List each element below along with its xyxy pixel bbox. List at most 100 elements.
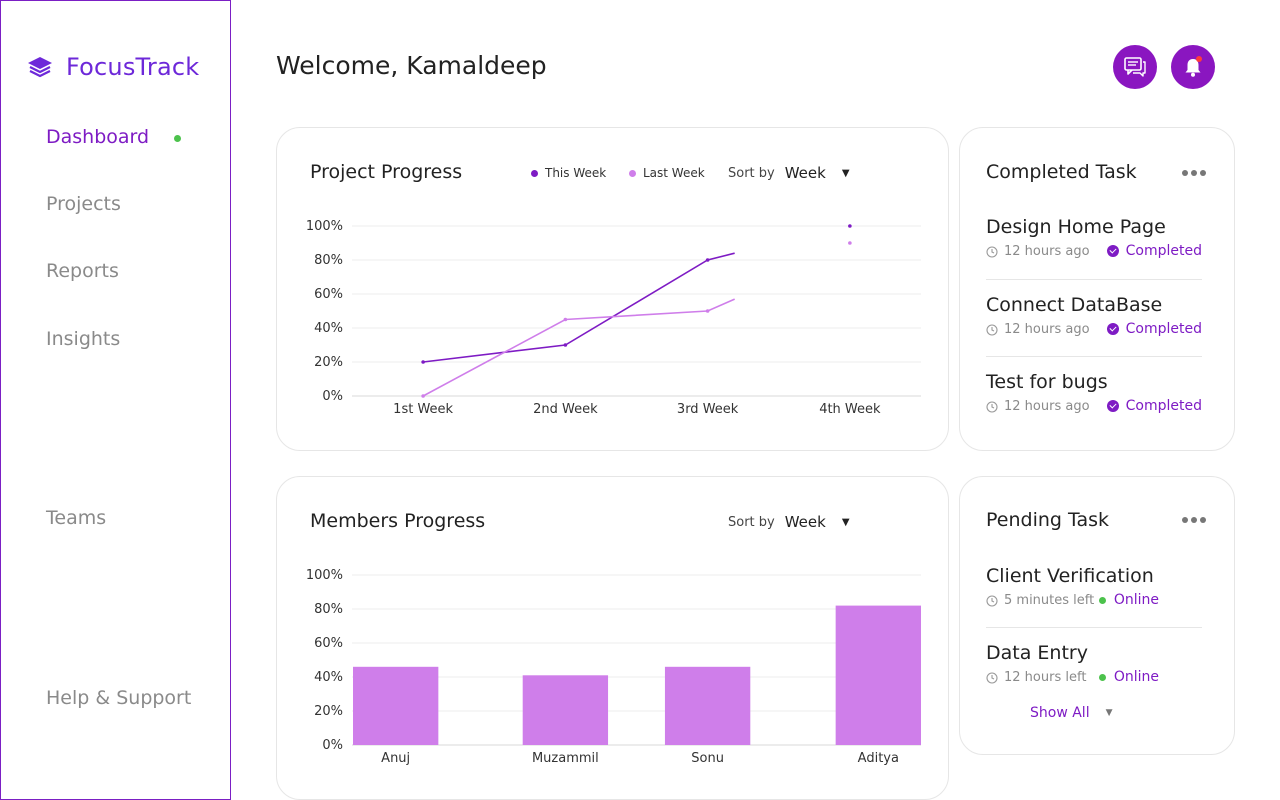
sidebar: FocusTrack Dashboard Projects Reports In… xyxy=(0,0,231,800)
sidebar-item-teams[interactable]: Teams xyxy=(46,507,106,529)
data-point xyxy=(421,394,425,398)
chat-icon xyxy=(1124,57,1146,77)
active-indicator-dot xyxy=(174,135,181,142)
y-tick-label: 80% xyxy=(314,253,343,268)
status-label: Online xyxy=(1113,669,1159,685)
status-badge: Completed xyxy=(1106,243,1202,259)
online-dot xyxy=(1098,673,1106,681)
status-label: Completed xyxy=(1125,243,1202,259)
task-name: Data Entry xyxy=(986,642,1088,664)
show-all-label: Show All xyxy=(1030,705,1090,721)
x-tick-label: 1st Week xyxy=(393,402,453,417)
sidebar-item-projects[interactable]: Projects xyxy=(46,193,121,215)
divider xyxy=(986,279,1202,280)
chevron-down-icon: ▼ xyxy=(1105,708,1113,718)
x-tick-label: Anuj xyxy=(381,751,410,766)
sidebar-item-insights[interactable]: Insights xyxy=(46,328,120,350)
x-tick-label: 3rd Week xyxy=(677,402,739,417)
sidebar-item-reports[interactable]: Reports xyxy=(46,260,119,282)
check-circle-icon xyxy=(1106,245,1119,257)
clock-icon xyxy=(986,324,998,336)
clock-icon xyxy=(986,672,998,684)
data-point xyxy=(563,317,568,322)
notifications-button[interactable] xyxy=(1171,45,1215,89)
data-point xyxy=(421,360,425,364)
pending-task-card: Pending Task Client Verification 5 minut… xyxy=(959,476,1235,755)
data-point xyxy=(563,343,568,347)
list-item[interactable]: Design Home Page 12 hours ago Completed xyxy=(986,216,1202,262)
more-options-icon[interactable] xyxy=(1182,170,1206,176)
members-progress-chart: 0% 20% 40% 60% 80% 100% Anuj Muzammil Sonu Aditya xyxy=(306,568,921,766)
status-badge: Completed xyxy=(1106,321,1202,337)
app-logo[interactable]: FocusTrack xyxy=(26,53,199,81)
x-tick-label: 2nd Week xyxy=(533,402,598,417)
task-time: 12 hours left xyxy=(1004,670,1087,685)
clock-icon xyxy=(986,401,998,413)
layers-icon xyxy=(28,57,52,78)
show-all-button[interactable]: Show All ▼ xyxy=(1030,705,1113,721)
task-time: 12 hours ago xyxy=(1004,322,1090,337)
card-title: Pending Task xyxy=(986,509,1109,531)
online-dot xyxy=(1098,596,1106,604)
list-item[interactable]: Test for bugs 12 hours ago Completed xyxy=(986,371,1202,417)
y-tick-label: 100% xyxy=(306,219,343,234)
y-tick-label: 0% xyxy=(322,738,343,753)
status-badge: Online xyxy=(1098,669,1159,685)
status-label: Online xyxy=(1113,592,1159,608)
y-tick-label: 60% xyxy=(314,636,343,651)
welcome-title: Welcome, Kamaldeep xyxy=(276,51,547,80)
task-time: 12 hours ago xyxy=(1004,399,1090,414)
project-progress-chart: 0% 20% 40% 60% 80% 100% 1st Week 2nd Week 3rd We… xyxy=(306,219,921,417)
members-progress-card: Members Progress Sort by Week ▼ 0% 20% 40%… xyxy=(276,476,949,800)
notification-badge xyxy=(1196,56,1202,62)
bar xyxy=(353,666,439,745)
sidebar-item-help-support[interactable]: Help & Support xyxy=(46,687,191,709)
task-name: Design Home Page xyxy=(986,216,1166,238)
card-title: Completed Task xyxy=(986,161,1137,183)
data-point xyxy=(848,241,852,245)
task-time: 12 hours ago xyxy=(1004,244,1090,259)
data-point xyxy=(705,309,710,313)
status-label: Completed xyxy=(1125,398,1202,414)
series-line xyxy=(423,252,735,363)
messages-button[interactable] xyxy=(1113,45,1157,89)
clock-icon xyxy=(986,246,998,258)
y-tick-label: 100% xyxy=(306,568,343,583)
task-time: 5 minutes left xyxy=(1004,593,1095,608)
series-line xyxy=(422,298,735,397)
divider xyxy=(986,627,1202,628)
status-badge: Completed xyxy=(1106,398,1202,414)
task-name: Connect DataBase xyxy=(986,294,1163,316)
task-name: Test for bugs xyxy=(986,371,1108,393)
bar xyxy=(522,675,609,745)
project-progress-card: Project Progress This Week Last Week Sor… xyxy=(276,127,949,451)
more-options-icon[interactable] xyxy=(1182,517,1206,523)
y-tick-label: 60% xyxy=(314,287,343,302)
y-tick-label: 40% xyxy=(314,321,343,336)
list-item[interactable]: Data Entry 12 hours left Online xyxy=(986,642,1202,688)
y-tick-label: 0% xyxy=(322,389,343,404)
data-point xyxy=(848,224,852,228)
task-name: Client Verification xyxy=(986,565,1154,587)
bar xyxy=(835,605,921,745)
y-tick-label: 80% xyxy=(314,602,343,617)
y-tick-label: 20% xyxy=(314,355,343,370)
clock-icon xyxy=(986,595,998,607)
completed-task-card: Completed Task Design Home Page 12 hours… xyxy=(959,127,1235,451)
status-label: Completed xyxy=(1125,321,1202,337)
data-point xyxy=(705,258,710,262)
status-badge: Online xyxy=(1098,592,1159,608)
x-tick-label: Aditya xyxy=(858,751,899,766)
list-item[interactable]: Client Verification 5 minutes left Onlin… xyxy=(986,565,1202,611)
check-circle-icon xyxy=(1106,323,1119,335)
app-name: FocusTrack xyxy=(66,53,200,81)
check-circle-icon xyxy=(1106,400,1119,412)
x-tick-label: Muzammil xyxy=(532,751,599,766)
y-tick-label: 20% xyxy=(314,704,343,719)
x-tick-label: 4th Week xyxy=(819,402,881,417)
sidebar-item-dashboard[interactable]: Dashboard xyxy=(46,126,149,148)
x-tick-label: Sonu xyxy=(691,751,724,766)
divider xyxy=(986,356,1202,357)
y-tick-label: 40% xyxy=(314,670,343,685)
list-item[interactable]: Connect DataBase 12 hours ago Completed xyxy=(986,294,1202,340)
